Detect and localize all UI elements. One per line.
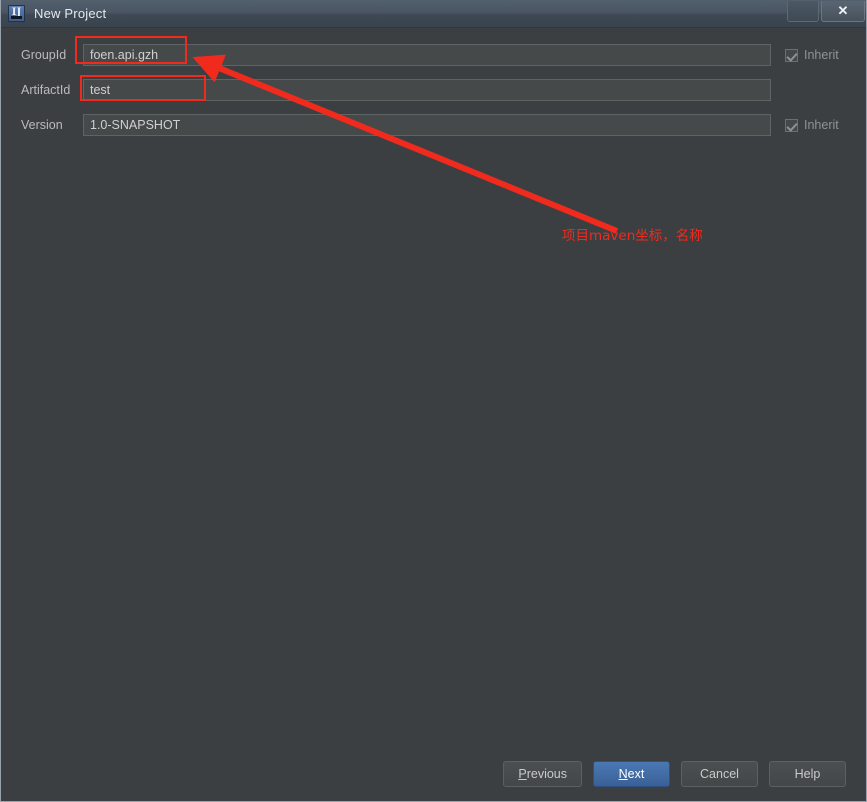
checkbox-icon[interactable] <box>785 48 798 62</box>
form-row-groupid: GroupId Inherit <box>1 40 866 70</box>
next-button-label: ext <box>627 767 645 781</box>
groupid-inherit-label: Inherit <box>804 48 839 62</box>
next-button-mnemonic: N <box>618 767 628 781</box>
new-project-dialog: IJ New Project ✕ GroupId Inherit Artifac… <box>0 0 867 802</box>
dialog-button-bar: Previous Next Cancel Help <box>1 747 866 801</box>
groupid-label: GroupId <box>21 48 67 62</box>
titlebar-spacer <box>787 1 819 22</box>
version-inherit-checkbox[interactable]: Inherit <box>785 118 839 132</box>
close-icon[interactable]: ✕ <box>821 1 865 22</box>
groupid-input[interactable] <box>83 44 771 66</box>
intellij-idea-icon: IJ <box>8 5 25 22</box>
window-title: New Project <box>34 6 107 21</box>
title-bar: IJ New Project ✕ <box>1 0 866 28</box>
artifactid-input[interactable] <box>83 79 771 101</box>
window-controls: ✕ <box>787 1 865 23</box>
help-button[interactable]: Help <box>769 761 846 787</box>
form-row-version: Version Inherit <box>1 110 866 140</box>
next-button[interactable]: Next <box>593 761 670 787</box>
form-row-artifactid: ArtifactId <box>1 75 866 105</box>
previous-button-label: revious <box>526 767 567 781</box>
app-icon-bar <box>11 16 22 19</box>
version-inherit-label: Inherit <box>804 118 839 132</box>
maven-coordinates-form: GroupId Inherit ArtifactId Version Inher… <box>1 28 866 140</box>
groupid-inherit-checkbox[interactable]: Inherit <box>785 48 839 62</box>
cancel-button[interactable]: Cancel <box>681 761 758 787</box>
annotation-note-text: 项目maven坐标，名称 <box>562 228 703 244</box>
version-input[interactable] <box>83 114 771 136</box>
artifactid-label: ArtifactId <box>21 83 71 97</box>
version-label: Version <box>21 118 63 132</box>
previous-button[interactable]: Previous <box>503 761 582 787</box>
previous-button-mnemonic: P <box>518 767 527 781</box>
checkbox-icon[interactable] <box>785 118 798 132</box>
